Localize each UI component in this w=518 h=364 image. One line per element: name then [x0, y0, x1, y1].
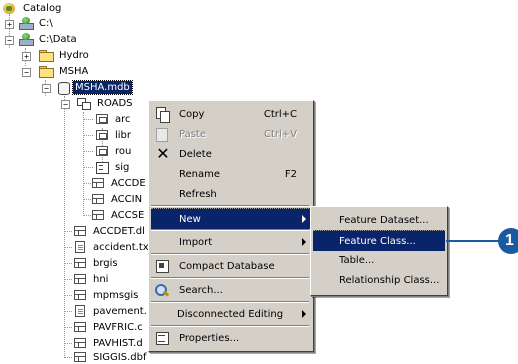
- menu-item-search[interactable]: Search...: [151, 280, 311, 300]
- new-submenu: Feature Dataset... Feature Class... Tabl…: [310, 206, 448, 296]
- menu-item-rename[interactable]: Rename F2: [151, 164, 311, 184]
- feature-class-icon: [96, 146, 108, 156]
- table-icon: [74, 322, 86, 332]
- tree-item-file[interactable]: hni: [72, 272, 110, 286]
- collapse-icon[interactable]: −: [5, 36, 14, 45]
- catalog-icon: [2, 2, 18, 15]
- tree-item-catalog[interactable]: Catalog: [2, 1, 63, 15]
- personal-geodatabase-icon: [56, 81, 70, 95]
- menu-item-new[interactable]: New: [151, 208, 311, 229]
- tree-item-msha[interactable]: MSHA: [38, 64, 90, 78]
- menu-item-disconnected-editing[interactable]: Disconnected Editing: [151, 304, 311, 324]
- tree-item-c-data[interactable]: C:\Data: [18, 32, 79, 46]
- feature-class-icon: [96, 114, 108, 124]
- table-icon: [92, 178, 104, 188]
- properties-icon: [153, 330, 173, 346]
- tree-line: [64, 311, 72, 312]
- expand-icon[interactable]: +: [22, 52, 31, 61]
- tree-item-file[interactable]: PAVFRIC.c: [72, 320, 145, 334]
- expand-icon[interactable]: +: [5, 20, 14, 29]
- menu-separator: [151, 301, 309, 303]
- tree-line: [83, 167, 93, 168]
- submenu-item-feature-class[interactable]: Feature Class...: [313, 230, 445, 251]
- drive-connection-icon: [18, 32, 34, 46]
- search-icon: [153, 282, 173, 298]
- tree-item-roads-child[interactable]: rou: [94, 144, 133, 158]
- tree-line: [83, 119, 93, 120]
- tree-line: [64, 295, 72, 296]
- menu-item-import[interactable]: Import: [151, 232, 311, 252]
- menu-separator: [151, 229, 309, 231]
- tree-item-roads-child[interactable]: arc: [94, 112, 133, 126]
- submenu-arrow-icon: [302, 310, 306, 318]
- feature-dataset-icon: [76, 97, 92, 110]
- table-icon: [74, 274, 86, 284]
- step-callout-badge: 1: [498, 228, 518, 254]
- tree-item-file[interactable]: mpmsgis: [72, 288, 140, 302]
- tree-item-roads[interactable]: ROADS: [76, 96, 135, 110]
- tree-line: [64, 343, 72, 344]
- tree-item-accin[interactable]: ACCIN: [90, 192, 144, 206]
- menu-item-copy[interactable]: Copy Ctrl+C: [151, 104, 311, 124]
- menu-item-delete[interactable]: ✕ Delete: [151, 144, 311, 164]
- folder-icon: [38, 65, 54, 78]
- submenu-item-relationship-class[interactable]: Relationship Class...: [313, 270, 445, 290]
- table-icon: [74, 290, 86, 300]
- context-menu: Copy Ctrl+C Paste Ctrl+V ✕ Delete Rename…: [148, 100, 314, 352]
- tree-line: [83, 135, 93, 136]
- collapse-icon[interactable]: −: [61, 100, 70, 109]
- menu-item-compact-database[interactable]: Compact Database: [151, 256, 311, 276]
- menu-separator: [151, 325, 309, 327]
- tree-line: [64, 231, 72, 232]
- callout-leader-line: [446, 240, 500, 242]
- menu-item-properties[interactable]: Properties...: [151, 328, 311, 348]
- tree-item-hydro[interactable]: Hydro: [38, 48, 91, 62]
- tree-item-roads-child[interactable]: libr: [94, 128, 133, 142]
- table-icon: [74, 352, 86, 362]
- menu-separator: [151, 253, 309, 255]
- submenu-arrow-icon: [302, 215, 306, 223]
- tree-item-file[interactable]: brgis: [72, 256, 120, 270]
- tree-item-c-drive[interactable]: C:\: [18, 16, 55, 30]
- tree-line: [64, 279, 72, 280]
- table-icon: [74, 226, 86, 236]
- tree-item-accse[interactable]: ACCSE: [90, 208, 146, 222]
- folder-icon: [38, 49, 54, 62]
- table-icon: [74, 338, 86, 348]
- tree-line: [64, 96, 65, 358]
- table-icon: [74, 258, 86, 268]
- tree-item-msha-mdb[interactable]: MSHA.mdb: [56, 79, 133, 95]
- collapse-icon[interactable]: −: [42, 84, 51, 93]
- tree-item-roads-child[interactable]: sig: [94, 160, 131, 174]
- submenu-arrow-icon: [302, 238, 306, 246]
- collapse-icon[interactable]: −: [22, 68, 31, 77]
- menu-item-paste[interactable]: Paste Ctrl+V: [151, 124, 311, 144]
- paste-icon: [153, 126, 173, 142]
- annotation-class-icon: [94, 161, 110, 174]
- table-icon: [92, 194, 104, 204]
- tree-item-file[interactable]: ACCDET.dl: [72, 224, 147, 238]
- tree-line: [64, 263, 72, 264]
- tree-line: [64, 357, 72, 358]
- text-file-icon: [75, 241, 85, 253]
- copy-icon: [153, 106, 173, 123]
- feature-class-icon: [96, 130, 108, 140]
- tree-line: [64, 327, 72, 328]
- compact-database-icon: [153, 258, 173, 274]
- submenu-item-feature-dataset[interactable]: Feature Dataset...: [313, 210, 445, 230]
- submenu-item-table[interactable]: Table...: [313, 250, 445, 270]
- tree-item-file[interactable]: accident.tx: [72, 240, 151, 254]
- tree-item-accde[interactable]: ACCDE: [90, 176, 148, 190]
- table-icon: [92, 210, 104, 220]
- tree-line: [64, 247, 72, 248]
- tree-item-file[interactable]: pavement.: [72, 304, 149, 318]
- delete-x-icon: ✕: [156, 144, 170, 163]
- menu-separator: [151, 205, 309, 207]
- drive-connection-icon: [18, 16, 34, 30]
- menu-item-refresh[interactable]: Refresh: [151, 184, 311, 204]
- menu-separator: [151, 277, 309, 279]
- text-file-icon: [75, 305, 85, 317]
- tree-item-file[interactable]: PAVHIST.d: [72, 336, 145, 350]
- tree-line: [83, 151, 93, 152]
